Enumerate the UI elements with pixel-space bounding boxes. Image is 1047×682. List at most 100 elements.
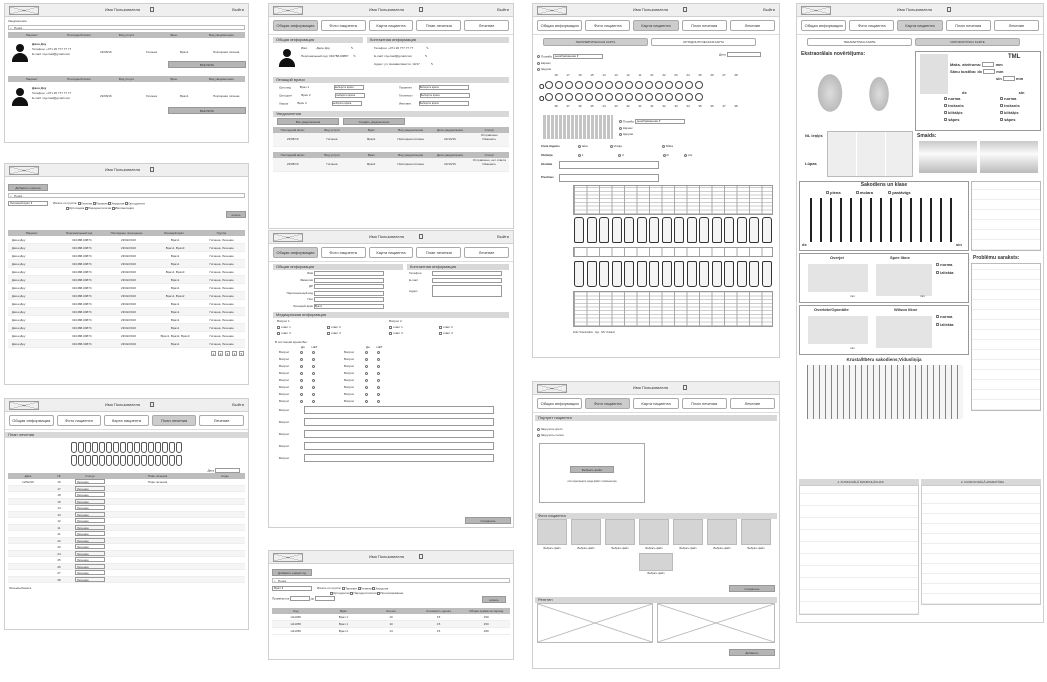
patient-photo[interactable] bbox=[571, 519, 601, 545]
tooth[interactable] bbox=[148, 455, 154, 466]
tooth-surface-icon[interactable] bbox=[565, 93, 574, 101]
radio-no[interactable] bbox=[376, 350, 380, 354]
patient-photo[interactable] bbox=[605, 519, 635, 545]
table-row[interactable]: Джон Доу 010488-00874 23/02/2016 Врач1 Гигие… bbox=[8, 340, 245, 348]
tooth[interactable] bbox=[155, 442, 161, 453]
doctor-select[interactable]: выберите врача bbox=[335, 93, 366, 98]
form-input[interactable] bbox=[313, 271, 384, 276]
radio-no[interactable] bbox=[311, 392, 315, 396]
dental-chart-grid-top[interactable] bbox=[573, 185, 773, 215]
table-row[interactable]: H11456 Врач 1 10 15 150 bbox=[272, 621, 510, 628]
tooth-image[interactable] bbox=[699, 217, 710, 243]
tooth[interactable] bbox=[99, 442, 105, 453]
tab-general[interactable]: Общая информация bbox=[537, 20, 583, 31]
notes-input[interactable] bbox=[559, 174, 659, 182]
dental-chart-teeth-bottom[interactable] bbox=[573, 261, 773, 289]
tab-photo[interactable]: Фото пациента bbox=[320, 247, 366, 258]
radio-occlusion-2[interactable] bbox=[618, 153, 622, 157]
tab-photo[interactable]: Фото пациента bbox=[56, 415, 102, 426]
radio-yes[interactable] bbox=[299, 378, 303, 382]
answer-input[interactable] bbox=[303, 430, 494, 438]
status-select[interactable]: Лечение bbox=[70, 492, 110, 498]
radio-occlusion-1[interactable] bbox=[578, 153, 581, 157]
table-row[interactable]: Джон Доу 010488-00874 23/02/2016 Врач1, Вра… bbox=[8, 292, 245, 300]
tooth[interactable] bbox=[113, 455, 119, 466]
doctor-select[interactable]: Выберите врача bbox=[418, 85, 469, 90]
radio-occlusion-3[interactable] bbox=[662, 153, 666, 157]
functional-table-left[interactable] bbox=[799, 485, 919, 615]
lateral-dx-input[interactable] bbox=[983, 69, 996, 75]
table-row[interactable]: Джон Доу 010488-00874 23/02/2016 Врач1, Вра… bbox=[8, 244, 245, 252]
page-button[interactable]: 3 bbox=[225, 351, 230, 356]
tooth[interactable] bbox=[141, 442, 147, 453]
tooth-image[interactable] bbox=[624, 217, 635, 243]
tml-option[interactable]: troksnis bbox=[944, 103, 964, 108]
dental-chart-teeth-top[interactable] bbox=[573, 217, 773, 245]
tooth[interactable] bbox=[134, 455, 140, 466]
tab-general[interactable]: Общая информация bbox=[273, 247, 318, 258]
tooth[interactable] bbox=[92, 455, 98, 466]
dental-chart-grid-bottom[interactable] bbox=[573, 291, 773, 327]
edit-link[interactable]: Изменить bbox=[483, 137, 497, 141]
tooth-image[interactable] bbox=[686, 217, 697, 243]
status-select[interactable]: Лечение bbox=[70, 505, 110, 511]
edit-link[interactable]: Изменить bbox=[483, 162, 497, 166]
radio-bad[interactable] bbox=[661, 144, 665, 148]
tooth[interactable] bbox=[113, 442, 119, 453]
choose-file-link[interactable]: Выбрать файл bbox=[741, 547, 771, 550]
tab-plan[interactable]: План лечения bbox=[681, 20, 727, 31]
tooth[interactable] bbox=[127, 442, 133, 453]
choose-file-link[interactable]: Выбрать файл bbox=[673, 547, 703, 550]
tml-option[interactable]: norma bbox=[944, 96, 960, 101]
tooth-surface-icon[interactable] bbox=[575, 93, 584, 101]
radio-no[interactable] bbox=[376, 371, 380, 375]
tooth-image[interactable] bbox=[749, 261, 760, 287]
status-select[interactable]: Лечение bbox=[70, 557, 110, 563]
tab-ortho-card[interactable]: ORTODONTISKA KARTE bbox=[915, 38, 1020, 46]
radio-no[interactable] bbox=[311, 371, 315, 375]
status-select[interactable]: Лечение bbox=[70, 485, 110, 492]
tooth-surface-icon[interactable] bbox=[665, 81, 674, 89]
logo[interactable]: logo bbox=[9, 401, 39, 410]
form-input[interactable] bbox=[431, 278, 502, 283]
tooth[interactable] bbox=[106, 455, 112, 466]
tooth-image[interactable] bbox=[624, 261, 635, 287]
patient-photo[interactable] bbox=[741, 519, 771, 545]
search-button[interactable]: искать bbox=[226, 211, 246, 218]
answer-checkbox[interactable]: ответ 2 bbox=[327, 325, 341, 329]
radio-yes[interactable] bbox=[299, 371, 303, 375]
form-input[interactable] bbox=[431, 271, 502, 276]
radio-no[interactable] bbox=[311, 399, 315, 403]
add-button[interactable]: Добавить bbox=[729, 649, 775, 656]
radio-yes[interactable] bbox=[299, 364, 303, 368]
tooth-surface-icon[interactable] bbox=[605, 93, 614, 101]
tooth-image[interactable] bbox=[611, 261, 622, 287]
send-button[interactable]: ВЫСЛАТЬ bbox=[168, 107, 246, 114]
table-row[interactable]: Джон Доу 010488-00874 23/02/2016 Врач1 Гигие… bbox=[8, 260, 245, 268]
tooth-surface-icon[interactable] bbox=[695, 93, 704, 101]
tab-plan[interactable]: План лечения bbox=[681, 398, 727, 409]
patient-photo[interactable] bbox=[639, 553, 673, 571]
table-row[interactable]: H11456 Врач 2 14 15 180 bbox=[272, 628, 510, 635]
table-row[interactable]: Джон Доу 010488-00874 23/02/2016 Врач1 Гигие… bbox=[8, 324, 245, 332]
form-input[interactable] bbox=[313, 284, 384, 289]
form-input[interactable] bbox=[313, 290, 384, 296]
tml-option[interactable]: troksnis bbox=[1000, 103, 1020, 108]
edit-icon[interactable]: ✎ bbox=[431, 62, 434, 66]
doctor-select[interactable]: выберите врача bbox=[331, 101, 362, 106]
tooth-image[interactable] bbox=[661, 217, 672, 243]
exit-link[interactable]: Выйти bbox=[497, 7, 509, 12]
page-button[interactable]: 5 bbox=[239, 351, 244, 356]
radio-yes[interactable] bbox=[364, 371, 368, 375]
tooth-surface-icon[interactable] bbox=[695, 81, 704, 89]
status-select[interactable]: Лечение bbox=[70, 511, 110, 518]
condition-select[interactable]: декабрёванная ▾ bbox=[552, 54, 603, 59]
exit-link[interactable]: Выйти bbox=[232, 7, 244, 12]
radio-yes[interactable] bbox=[364, 399, 368, 403]
tooth-surface-icon[interactable] bbox=[595, 81, 604, 89]
tooth-image[interactable] bbox=[711, 217, 722, 243]
checkbox-normal[interactable] bbox=[936, 263, 939, 267]
table-row[interactable]: Джон Доу 010488-00874 23/02/2016 Врач1 Гигие… bbox=[8, 284, 245, 292]
tooth[interactable] bbox=[120, 442, 126, 453]
answer-checkbox[interactable]: ответ 1 bbox=[389, 325, 403, 329]
